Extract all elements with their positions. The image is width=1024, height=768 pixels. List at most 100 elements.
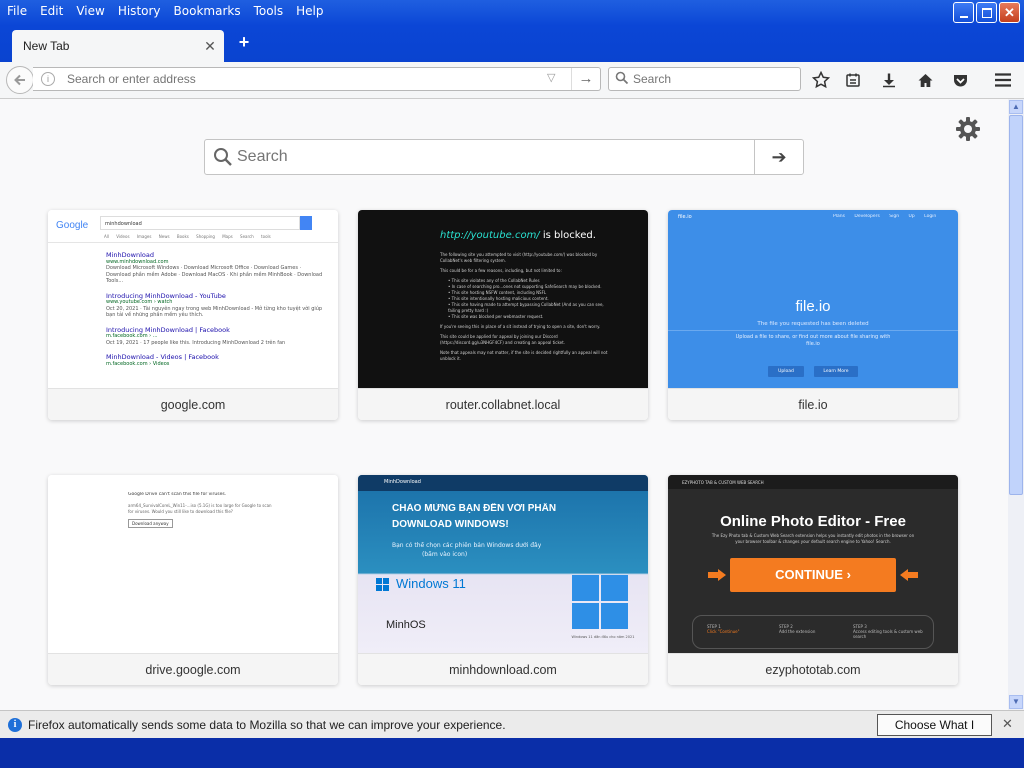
fileio-desc: Upload a file to share, or find out more…: [735, 334, 891, 347]
top-site-tile-ezyphototab[interactable]: EZYPHOTO TAB & CUSTOM WEB SEARCH Online …: [668, 475, 958, 685]
close-icon: ✕: [1004, 4, 1015, 20]
minhdownload-site: MinhDownload: [384, 479, 421, 485]
hamburger-menu-icon[interactable]: [992, 69, 1014, 91]
ezy-title: Online Photo Editor - Free: [720, 513, 906, 530]
menu-view[interactable]: View: [69, 0, 110, 22]
reading-list-icon[interactable]: [842, 69, 864, 91]
fileio-subtitle: The file you requested has been deleted: [757, 321, 869, 327]
tab-title: New Tab: [23, 39, 70, 53]
toolbar-search-box[interactable]: [608, 67, 801, 91]
search-submit-button[interactable]: ➔: [754, 140, 803, 174]
divider: [668, 330, 958, 331]
site-info-icon[interactable]: i: [41, 72, 55, 86]
notification-text: Firefox automatically sends some data to…: [28, 718, 506, 732]
top-site-tile-minhdownload[interactable]: MinhDownload CHÀO MỪNG BẠN ĐẾN VỚI PHẦN …: [358, 475, 648, 685]
divider: [48, 242, 338, 243]
menu-bar: File Edit View History Bookmarks Tools H…: [0, 0, 330, 22]
tile-label: file.io: [668, 388, 958, 420]
ezy-sub: The Ezy Photo tab & Custom Web Search ex…: [711, 533, 915, 544]
windows-logo-icon: [376, 578, 390, 592]
minhdownload-heading2: DOWNLOAD WINDOWS!: [392, 519, 509, 530]
close-window-button[interactable]: ✕: [999, 2, 1020, 23]
url-dropdown-icon[interactable]: ▽: [547, 71, 555, 84]
tab-new-tab[interactable]: New Tab ✕: [12, 30, 224, 62]
scroll-up-icon[interactable]: ▲: [1009, 100, 1023, 114]
tile-thumbnail: Google minhdownload All Videos Images Ne…: [48, 210, 338, 388]
minhos-brand: MinhOS: [386, 619, 426, 631]
google-query: minhdownload: [100, 216, 300, 230]
menu-edit[interactable]: Edit: [33, 0, 69, 22]
gear-icon[interactable]: [954, 115, 982, 146]
menu-file[interactable]: File: [0, 0, 33, 22]
windows11-text: Windows 11: [396, 576, 466, 591]
tile-thumbnail: file.io Plans Developers Sign Up Login f…: [668, 210, 958, 388]
choose-what-i-share-button[interactable]: Choose What I Share: [877, 714, 992, 752]
fileio-nav: Plans Developers Sign Up Login: [833, 214, 937, 219]
tile-label: ezyphototab.com: [668, 653, 958, 685]
blocked-heading: http://youtube.com/ is blocked.: [440, 230, 596, 241]
go-arrow-icon[interactable]: →: [571, 68, 600, 90]
top-site-tile-drive[interactable]: Google Drive can't scan this file for vi…: [48, 475, 338, 685]
back-button[interactable]: [6, 66, 34, 94]
minimize-icon: [959, 15, 968, 18]
google-logo: Google: [56, 220, 89, 231]
ezy-steps-box: STEP 1 Click "Continue" STEP 2 Add the ext…: [692, 615, 934, 649]
minimize-button[interactable]: [953, 2, 974, 23]
search-icon: [615, 71, 629, 85]
restore-icon: [981, 7, 992, 18]
scroll-thumb[interactable]: [1009, 115, 1023, 495]
tile-thumbnail: EZYPHOTO TAB & CUSTOM WEB SEARCH Online …: [668, 475, 958, 653]
menu-history[interactable]: History: [111, 0, 167, 22]
menu-bookmarks[interactable]: Bookmarks: [167, 0, 247, 22]
ezy-continue-button: CONTINUE ›: [730, 558, 896, 592]
info-icon: i: [8, 718, 22, 732]
page-search-input[interactable]: [237, 140, 737, 174]
drive-detail: arm64_SurvivalCoreL_Win11-...iso (5.1G) …: [128, 503, 272, 514]
menu-help[interactable]: Help: [289, 0, 329, 22]
google-tabs: All Videos Images News Books Shopping Ma…: [104, 234, 271, 239]
new-tab-page: ➔ Google minhdownload All Videos Images …: [0, 99, 1008, 710]
taskbar: [0, 738, 1024, 768]
new-tab-plus-icon[interactable]: +: [234, 32, 254, 53]
search-icon: [214, 148, 232, 166]
back-arrow-icon: [14, 74, 25, 86]
window-controls: ✕: [953, 2, 1020, 23]
tile-label: drive.google.com: [48, 653, 338, 685]
minhdownload-heading1: CHÀO MỪNG BẠN ĐẾN VỚI PHẦN: [392, 503, 557, 514]
fileio-upload-button: Upload: [768, 366, 804, 377]
vertical-scrollbar[interactable]: ▲ ▼: [1008, 99, 1024, 710]
address-bar[interactable]: i ▽ →: [33, 67, 601, 91]
pocket-icon[interactable]: [949, 69, 971, 91]
navigation-toolbar: i ▽ →: [0, 62, 1024, 99]
page-search-box[interactable]: ➔: [204, 139, 804, 175]
download-icon[interactable]: [878, 69, 900, 91]
tab-close-icon[interactable]: ✕: [202, 38, 218, 55]
address-input[interactable]: [67, 68, 507, 90]
arrow-right-icon: [708, 569, 726, 581]
minhdownload-sub1: Bạn có thể chọn các phiên bản Windows dư…: [392, 542, 542, 549]
top-site-tile-router[interactable]: http://youtube.com/ is blocked. The foll…: [358, 210, 648, 420]
notification-close-icon[interactable]: ✕: [1002, 716, 1013, 732]
arrow-left-icon: [900, 569, 918, 581]
fileio-learn-button: Learn More: [814, 366, 858, 377]
drive-download-button: Download anyway: [128, 519, 173, 528]
menu-tools[interactable]: Tools: [247, 0, 290, 22]
tile-thumbnail: Google Drive can't scan this file for vi…: [48, 475, 338, 653]
notification-bar: i Firefox automatically sends some data …: [0, 710, 1024, 752]
tile-thumbnail: http://youtube.com/ is blocked. The foll…: [358, 210, 648, 388]
windows-tile-icon: [572, 575, 630, 631]
minhdownload-sub2: (bấm vào icon): [422, 551, 468, 558]
home-icon[interactable]: [914, 69, 936, 91]
top-site-tile-google[interactable]: Google minhdownload All Videos Images Ne…: [48, 210, 338, 420]
top-site-tile-fileio[interactable]: file.io Plans Developers Sign Up Login f…: [668, 210, 958, 420]
google-results: MinhDownload www.minhdownload.com Downlo…: [106, 252, 323, 367]
drive-warning: Google Drive can't scan this file for vi…: [128, 492, 227, 497]
toolbar-search-input[interactable]: [633, 68, 793, 90]
scroll-down-icon[interactable]: ▼: [1009, 695, 1023, 709]
restore-button[interactable]: [976, 2, 997, 23]
fileio-brand: file.io: [678, 214, 692, 220]
google-search-icon: [300, 216, 312, 230]
tile-thumbnail: MinhDownload CHÀO MỪNG BẠN ĐẾN VỚI PHẦN …: [358, 475, 648, 653]
ezy-top: EZYPHOTO TAB & CUSTOM WEB SEARCH: [682, 480, 764, 485]
bookmark-star-icon[interactable]: [810, 69, 832, 91]
